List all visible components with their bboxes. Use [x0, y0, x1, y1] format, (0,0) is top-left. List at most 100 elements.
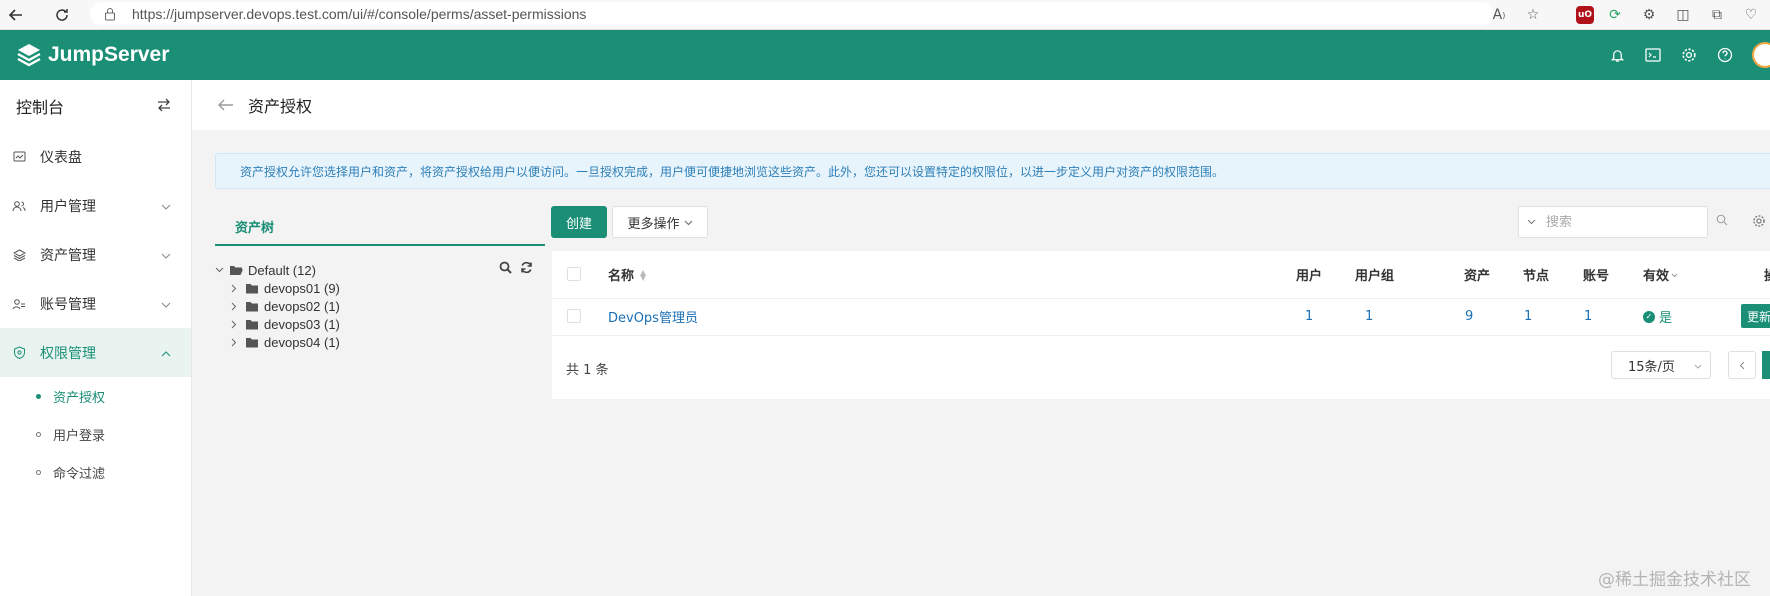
cell-user-groups[interactable]: 1: [1365, 298, 1373, 335]
cell-assets[interactable]: 9: [1465, 298, 1473, 335]
sidebar-subitem-user-login[interactable]: 用户登录: [0, 415, 191, 453]
shield-icon: [12, 346, 26, 360]
users-icon: [12, 199, 26, 213]
more-actions-dropdown[interactable]: 更多操作: [612, 206, 708, 238]
cell-text: 9: [1465, 309, 1474, 324]
column-header-label: 有效: [1643, 269, 1670, 284]
sidebar-item-label: 仪表盘: [40, 149, 82, 166]
tree-node-root[interactable]: Default (12): [215, 261, 316, 279]
sync-extension-icon[interactable]: ⟳: [1602, 2, 1628, 28]
column-header-valid[interactable]: 有效: [1643, 251, 1678, 298]
tree-node-label: devops04 (1): [264, 334, 340, 350]
check-circle-icon: ✓: [1643, 310, 1655, 323]
jumpserver-logo[interactable]: JumpServer: [16, 42, 169, 68]
cell-users[interactable]: 1: [1305, 298, 1313, 335]
read-aloud-icon[interactable]: A): [1486, 2, 1512, 28]
favorite-star-icon[interactable]: ☆: [1520, 2, 1546, 28]
search-icon[interactable]: [1716, 214, 1728, 230]
sidebar-item-label: 账号管理: [40, 296, 96, 313]
sidebar-item-label: 权限管理: [40, 345, 96, 362]
sidebar-item-users[interactable]: 用户管理: [0, 181, 191, 230]
column-header-actions: 操: [1764, 251, 1770, 298]
cell-text: 1: [1305, 309, 1314, 324]
tree-node[interactable]: devops04 (1): [231, 333, 340, 351]
gear-icon[interactable]: [1680, 46, 1698, 64]
address-bar[interactable]: https://jumpserver.devops.test.com/ui/#/…: [90, 2, 1494, 26]
tree-node[interactable]: devops02 (1): [231, 297, 340, 315]
cell-valid: ✓ 是: [1643, 298, 1672, 335]
column-header-accounts: 账号: [1583, 251, 1609, 298]
permission-name-link[interactable]: DevOps管理员: [608, 298, 698, 335]
chevron-right-icon[interactable]: [231, 320, 245, 329]
info-banner: 资产授权允许您选择用户和资产，将资产授权给用户以便访问。一旦授权完成，用户便可便…: [215, 153, 1770, 189]
prev-page-button[interactable]: [1728, 351, 1756, 379]
column-header-label: 资产: [1464, 269, 1491, 284]
chevron-right-icon[interactable]: [231, 338, 245, 347]
chevron-down-icon: [161, 199, 171, 213]
create-button[interactable]: 创建: [551, 206, 607, 238]
column-header-label: 名称: [608, 269, 635, 284]
sort-icon[interactable]: ▲ ▼: [640, 268, 646, 281]
tab-asset-tree[interactable]: 资产树: [215, 208, 545, 246]
sidebar-item-dashboard[interactable]: 仪表盘: [0, 132, 191, 181]
row-checkbox[interactable]: [567, 309, 581, 323]
table-settings-gear-icon[interactable]: [1752, 214, 1766, 232]
search-input[interactable]: [1546, 214, 1716, 230]
ublock-icon[interactable]: uO: [1576, 6, 1594, 24]
help-icon[interactable]: [1716, 46, 1734, 64]
app-header: JumpServer: [0, 30, 1770, 80]
cell-text: DevOps管理员: [608, 311, 698, 326]
tree-node[interactable]: devops01 (9): [231, 279, 340, 297]
page-title: 资产授权: [248, 97, 313, 116]
chevron-down-icon: [684, 215, 693, 230]
console-title-text: 控制台: [16, 98, 65, 117]
split-screen-icon[interactable]: ◫: [1670, 2, 1696, 28]
chevron-down-icon: [1694, 358, 1702, 373]
asset-permission-table: 名称 ▲▼ 用户 用户组 资产 节点 账号 有效 操 DevOps管理员 1 1…: [552, 251, 1770, 399]
sidebar-item-permissions[interactable]: 权限管理: [0, 328, 191, 377]
cell-text: 1: [1524, 309, 1533, 324]
sidebar-item-label: 用户管理: [40, 198, 96, 215]
column-header-user-groups: 用户组: [1355, 251, 1394, 298]
cell-nodes[interactable]: 1: [1524, 298, 1532, 335]
back-icon[interactable]: [2, 2, 30, 28]
tree-node[interactable]: devops03 (1): [231, 315, 340, 333]
switch-view-icon[interactable]: [157, 97, 171, 116]
more-actions-label: 更多操作: [627, 216, 680, 232]
tree-node-label: devops01 (9): [264, 280, 340, 296]
tree-node-label: devops02 (1): [264, 298, 340, 314]
current-page-button[interactable]: [1762, 351, 1770, 379]
sidebar-item-assets[interactable]: 资产管理: [0, 230, 191, 279]
sidebar-subitem-asset-permissions[interactable]: 资产授权: [0, 377, 191, 415]
tab-asset-tree-label: 资产树: [235, 220, 275, 236]
chevron-down-icon[interactable]: [1527, 217, 1536, 228]
refresh-icon[interactable]: [48, 2, 76, 28]
page-size-select[interactable]: 15条/页: [1611, 351, 1711, 379]
sidebar-subitem-label: 用户登录: [53, 428, 106, 444]
chevron-down-icon: [1671, 267, 1678, 282]
column-header-users: 用户: [1296, 251, 1322, 298]
column-header-label: 用户: [1296, 269, 1323, 284]
refresh-icon[interactable]: [520, 261, 533, 277]
column-header-name[interactable]: 名称 ▲ ▼: [608, 251, 646, 298]
chevron-right-icon[interactable]: [231, 284, 245, 293]
collections-icon[interactable]: ⧉: [1704, 2, 1730, 28]
sidebar-item-accounts[interactable]: 账号管理: [0, 279, 191, 328]
dashboard-icon: [12, 150, 26, 164]
sidebar-subitem-command-filter[interactable]: 命令过滤: [0, 453, 191, 491]
search-icon[interactable]: [499, 261, 512, 277]
terminal-icon[interactable]: [1644, 46, 1662, 64]
update-button[interactable]: 更新: [1741, 304, 1770, 328]
header-actions: [1608, 30, 1770, 80]
puzzle-icon[interactable]: ⚙: [1636, 2, 1662, 28]
asset-tree: Default (12) devops01 (9) devops02 (1) d…: [215, 256, 545, 366]
chevron-down-icon[interactable]: [215, 267, 229, 273]
profile-health-icon[interactable]: ♡: [1738, 2, 1764, 28]
bell-icon[interactable]: [1608, 46, 1626, 64]
cell-accounts[interactable]: 1: [1584, 298, 1592, 335]
select-all-checkbox[interactable]: [567, 267, 581, 281]
avatar[interactable]: [1752, 42, 1770, 68]
chevron-right-icon[interactable]: [231, 302, 245, 311]
back-arrow-icon[interactable]: [218, 95, 234, 116]
chevron-up-icon: [161, 346, 171, 360]
